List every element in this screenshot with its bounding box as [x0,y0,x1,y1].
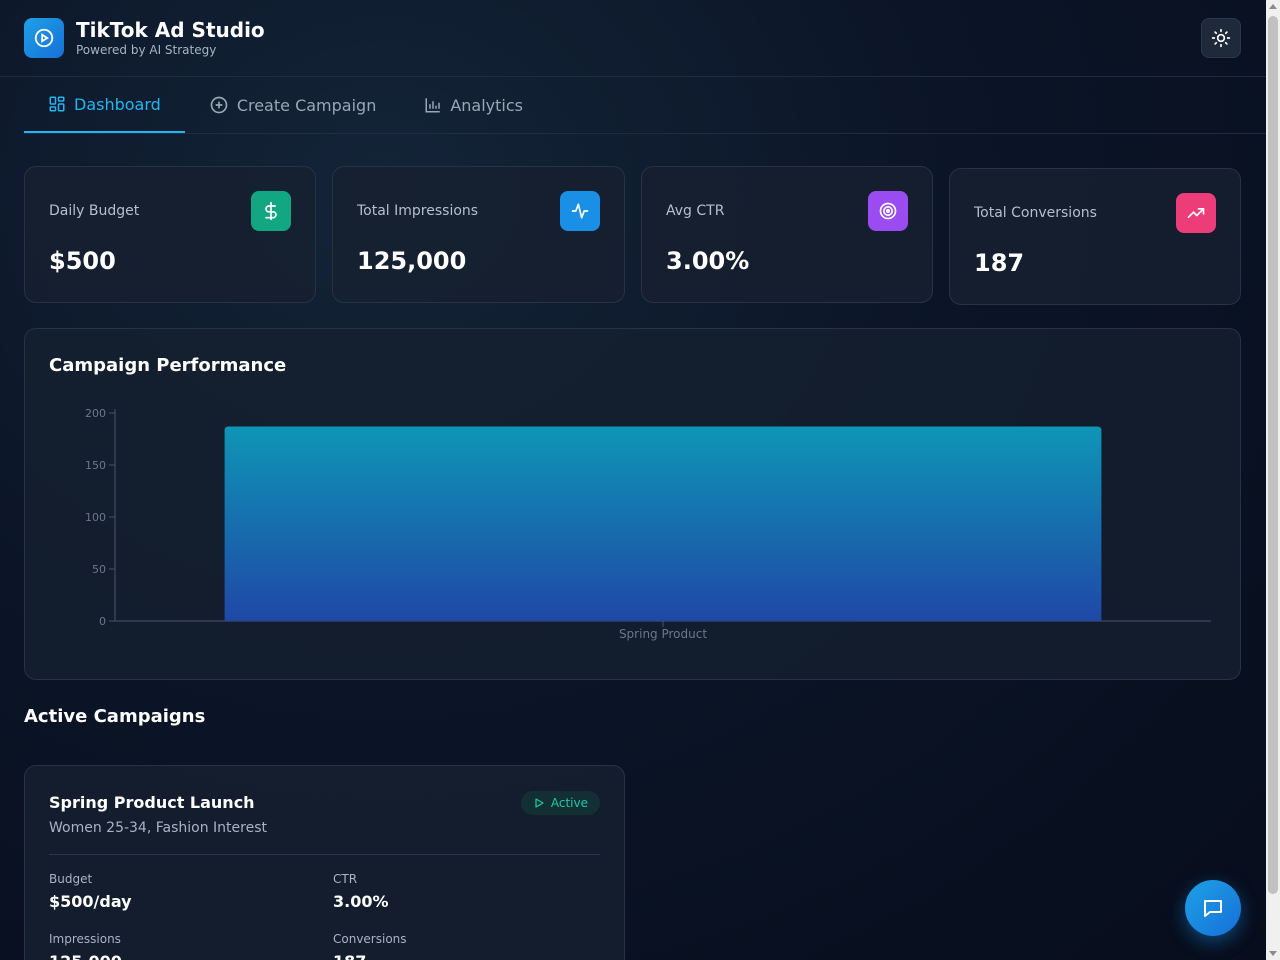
scroll-up-arrow[interactable] [1269,4,1277,9]
metric-value: 125,000 [49,952,122,960]
status-badge: Active [520,791,600,815]
metric-label: CTR [333,872,358,886]
brand: TikTok Ad Studio Powered by AI Strategy [76,18,265,58]
bar-chart-icon [425,98,441,113]
plus-circle-icon [210,96,228,114]
stat-value: 3.00% [666,247,750,275]
target-icon [868,191,908,231]
y-tick-label: 50 [92,563,106,576]
stat-card-total-conversions: Total Conversions 187 [949,168,1241,305]
divider [49,854,600,855]
tab-analytics[interactable]: Analytics [400,77,547,133]
x-tick-label: Spring Product [619,627,707,641]
stat-value: 187 [974,249,1025,277]
app-title: TikTok Ad Studio [76,18,265,42]
metric-value: 3.00% [333,892,389,911]
campaign-name: Spring Product Launch [49,793,255,812]
trending-up-icon [1176,193,1216,233]
status-label: Active [550,796,588,810]
stat-card-total-impressions: Total Impressions 125,000 [332,166,625,303]
campaign-performance-panel: Campaign Performance 0 50 100 150 200 Spring … [24,328,1241,680]
tab-create-campaign-label: Create Campaign [236,95,377,115]
dollar-icon [251,191,291,231]
metric-label: Budget [49,872,93,886]
metric-value: 187 [333,952,407,960]
sun-icon [1211,28,1231,48]
metric-budget: Budget $500/day [49,872,132,911]
app-subtitle: Powered by AI Strategy [76,43,217,57]
play-circle-icon[interactable] [24,18,64,58]
stat-value: $500 [49,247,116,275]
y-tick-label: 200 [85,407,106,420]
app-header: TikTok Ad Studio Powered by AI Strategy [0,0,1266,77]
page-scrollbar[interactable] [1266,0,1280,960]
activity-icon [560,191,600,231]
tab-create-campaign[interactable]: Create Campaign [185,77,401,133]
main-tabs: Dashboard Create Campaign Analytics [24,77,1266,134]
panel-title: Campaign Performance [49,355,287,376]
tab-analytics-label: Analytics [450,95,523,115]
stat-card-avg-ctr: Avg CTR 3.00% [641,166,933,303]
scroll-thumb[interactable] [1268,16,1278,894]
theme-toggle-button[interactable] [1201,18,1241,58]
metric-label: Conversions [333,932,407,946]
play-icon [535,798,544,808]
tab-dashboard-label: Dashboard [74,94,161,114]
tab-dashboard[interactable]: Dashboard [24,77,185,133]
active-campaigns-title: Active Campaigns [24,706,206,727]
chat-bubble-icon [1204,900,1222,917]
chat-button[interactable] [1185,880,1241,936]
y-tick-label: 0 [99,615,106,628]
metric-impressions: Impressions 125,000 [49,932,122,960]
performance-chart: 0 50 100 150 200 Spring Product [85,407,1211,641]
metric-ctr: CTR 3.00% [333,872,389,911]
metric-value: $500/day [49,892,132,911]
y-tick-label: 150 [85,459,106,472]
scroll-down-arrow[interactable] [1269,951,1277,956]
metric-conversions: Conversions 187 [333,932,407,960]
dashboard-icon [49,96,65,112]
metric-label: Impressions [49,932,121,946]
y-tick-label: 100 [85,511,106,524]
stat-card-daily-budget: Daily Budget $500 [24,166,316,303]
campaign-target: Women 25-34, Fashion Interest [49,820,267,836]
bar [224,426,1102,621]
campaign-card[interactable]: Spring Product Launch Women 25-34, Fashi… [24,765,625,960]
stat-value: 125,000 [357,247,467,275]
